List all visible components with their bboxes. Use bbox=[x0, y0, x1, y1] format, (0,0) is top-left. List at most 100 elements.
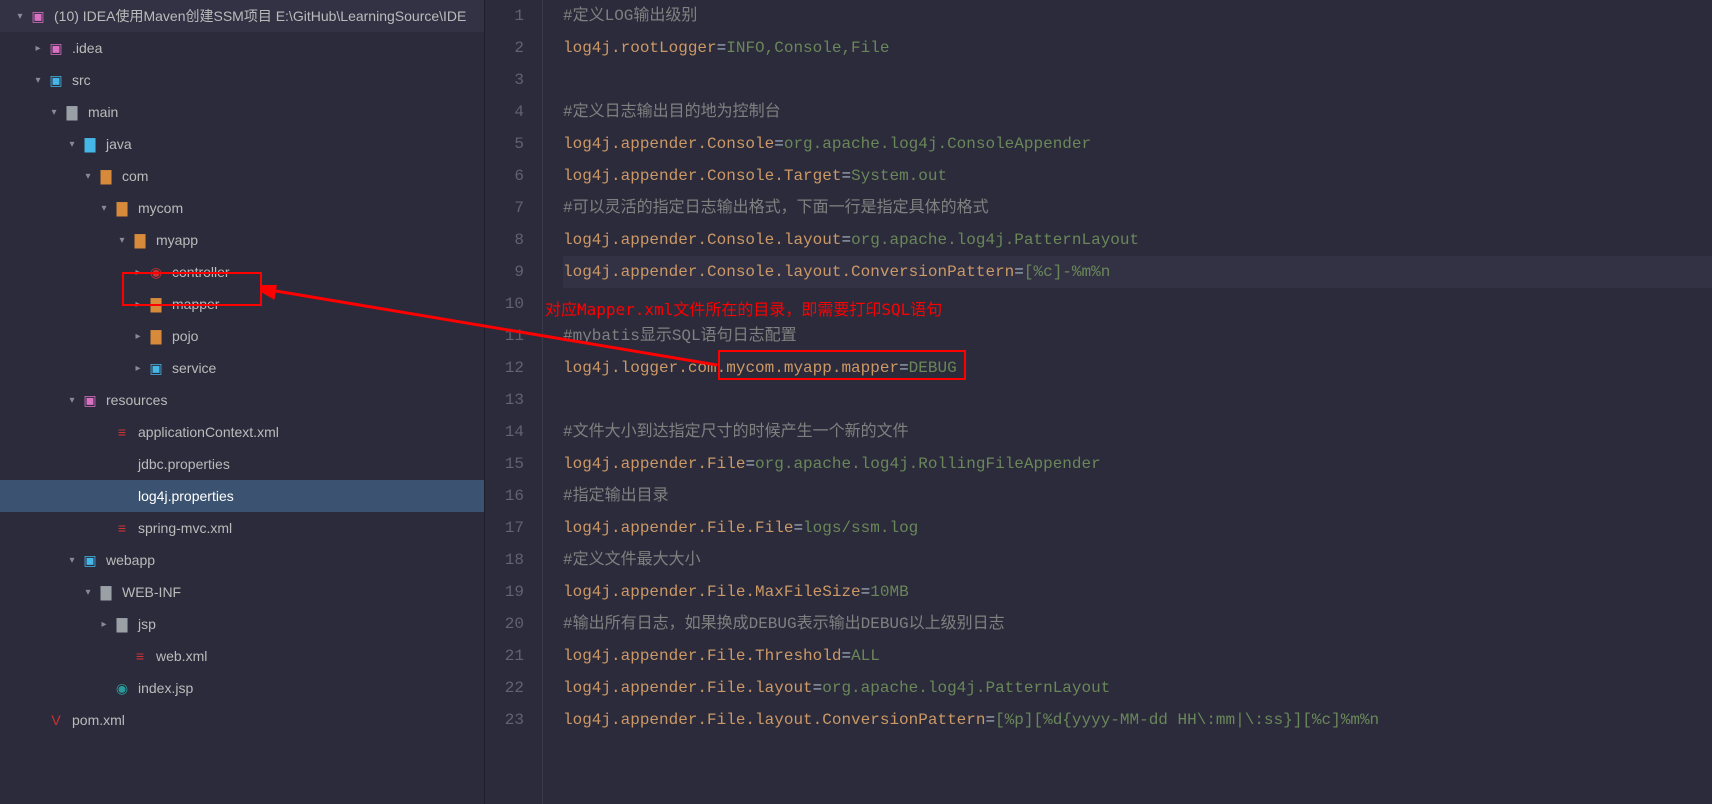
chevron-icon: ▾ bbox=[46, 107, 62, 118]
tree-item-jsp[interactable]: ▸▇ jsp bbox=[0, 608, 484, 640]
tree-label: jdbc.properties bbox=[138, 456, 230, 472]
code-line-17[interactable]: log4j.appender.File.File=logs/ssm.log bbox=[563, 512, 1712, 544]
tree-item-resources[interactable]: ▾▣resources bbox=[0, 384, 484, 416]
code-line-11[interactable]: #mybatis显示SQL语句日志配置 bbox=[563, 320, 1712, 352]
tree-item-mapper[interactable]: ▸▇mapper bbox=[0, 288, 484, 320]
tree-item-com[interactable]: ▾▇ com bbox=[0, 160, 484, 192]
chevron-icon: ▾ bbox=[96, 203, 112, 214]
tree-label: main bbox=[88, 104, 118, 120]
code-line-6[interactable]: log4j.appender.Console.Target=System.out bbox=[563, 160, 1712, 192]
code-line-1[interactable]: #定义LOG输出级别 bbox=[563, 0, 1712, 32]
folder-orange-icon: ▇ bbox=[96, 168, 116, 185]
xml-icon: ≡ bbox=[130, 648, 150, 664]
chevron-icon: ▾ bbox=[80, 587, 96, 598]
tree-root[interactable]: ▾ ▣ (10) IDEA使用Maven创建SSM项目 E:\GitHub\Le… bbox=[0, 0, 484, 32]
chevron-icon: ▾ bbox=[30, 75, 46, 86]
chevron-icon: ▾ bbox=[64, 555, 80, 566]
code-line-16[interactable]: #指定输出目录 bbox=[563, 480, 1712, 512]
tree-item-myapp[interactable]: ▾▇ myapp bbox=[0, 224, 484, 256]
controller-icon: ◉ bbox=[146, 264, 166, 281]
code-editor[interactable]: 1234567891011121314151617181920212223 #定… bbox=[485, 0, 1712, 804]
code-line-3[interactable] bbox=[563, 64, 1712, 96]
code-line-12[interactable]: log4j.logger.com.mycom.myapp.mapper=DEBU… bbox=[563, 352, 1712, 384]
chevron-icon: ▸ bbox=[130, 267, 146, 278]
tree-label: applicationContext.xml bbox=[138, 424, 279, 440]
tree-item-WEB-INF[interactable]: ▾▇ WEB-INF bbox=[0, 576, 484, 608]
xml-icon: ≡ bbox=[112, 424, 132, 440]
tree-label: controller bbox=[172, 264, 230, 280]
code-line-15[interactable]: log4j.appender.File=org.apache.log4j.Rol… bbox=[563, 448, 1712, 480]
tree-label: jsp bbox=[138, 616, 156, 632]
folder-icon: ▇ bbox=[96, 584, 116, 601]
xml-icon: ≡ bbox=[112, 520, 132, 536]
chevron-icon: ▸ bbox=[96, 619, 112, 630]
tree-label: pojo bbox=[172, 328, 198, 344]
chevron-icon: ▾ bbox=[64, 139, 80, 150]
editor-gutter: 1234567891011121314151617181920212223 bbox=[485, 0, 543, 804]
tree-item-jdbc-properties[interactable]: jdbc.properties bbox=[0, 448, 484, 480]
folder-orange-icon: ▇ bbox=[130, 232, 150, 249]
chevron-icon: ▸ bbox=[130, 299, 146, 310]
code-line-7[interactable]: #可以灵活的指定日志输出格式，下面一行是指定具体的格式 bbox=[563, 192, 1712, 224]
folder-icon: ▇ bbox=[112, 616, 132, 633]
tree-label: resources bbox=[106, 392, 167, 408]
code-line-14[interactable]: #文件大小到达指定尺寸的时候产生一个新的文件 bbox=[563, 416, 1712, 448]
code-line-2[interactable]: log4j.rootLogger=INFO,Console,File bbox=[563, 32, 1712, 64]
tree-item-webapp[interactable]: ▾▣ webapp bbox=[0, 544, 484, 576]
src-icon: ▣ bbox=[46, 72, 66, 89]
code-line-22[interactable]: log4j.appender.File.layout=org.apache.lo… bbox=[563, 672, 1712, 704]
maven-icon: V bbox=[46, 712, 66, 728]
chevron-icon: ▾ bbox=[80, 171, 96, 182]
code-line-21[interactable]: log4j.appender.File.Threshold=ALL bbox=[563, 640, 1712, 672]
code-line-18[interactable]: #定义文件最大大小 bbox=[563, 544, 1712, 576]
code-line-13[interactable] bbox=[563, 384, 1712, 416]
chevron-icon: ▾ bbox=[114, 235, 130, 246]
project-icon: ▣ bbox=[28, 8, 48, 25]
tree-item-web-xml[interactable]: ≡ web.xml bbox=[0, 640, 484, 672]
tree-label: com bbox=[122, 168, 148, 184]
code-line-19[interactable]: log4j.appender.File.MaxFileSize=10MB bbox=[563, 576, 1712, 608]
code-line-4[interactable]: #定义日志输出目的地为控制台 bbox=[563, 96, 1712, 128]
tree-label: webapp bbox=[106, 552, 155, 568]
tree-item-src[interactable]: ▾▣src bbox=[0, 64, 484, 96]
chevron-icon: ▸ bbox=[130, 331, 146, 342]
tree-label: web.xml bbox=[156, 648, 207, 664]
tree-item-pom-xml[interactable]: Vpom.xml bbox=[0, 704, 484, 736]
tree-item--idea[interactable]: ▸▣.idea bbox=[0, 32, 484, 64]
code-line-23[interactable]: log4j.appender.File.layout.ConversionPat… bbox=[563, 704, 1712, 736]
tree-label: WEB-INF bbox=[122, 584, 181, 600]
code-line-8[interactable]: log4j.appender.Console.layout=org.apache… bbox=[563, 224, 1712, 256]
tree-label: mycom bbox=[138, 200, 183, 216]
service-icon: ▣ bbox=[146, 360, 166, 377]
tree-item-log4j-properties[interactable]: log4j.properties bbox=[0, 480, 484, 512]
tree-label: service bbox=[172, 360, 216, 376]
tree-item-main[interactable]: ▾▇ main bbox=[0, 96, 484, 128]
tree-item-mycom[interactable]: ▾▇ mycom bbox=[0, 192, 484, 224]
tree-item-index-jsp[interactable]: ◉index.jsp bbox=[0, 672, 484, 704]
chevron-down-icon: ▾ bbox=[12, 11, 28, 22]
code-line-9[interactable]: log4j.appender.Console.layout.Conversion… bbox=[563, 256, 1712, 288]
chevron-icon: ▾ bbox=[64, 395, 80, 406]
webapp-icon: ▣ bbox=[80, 552, 100, 569]
tree-label: java bbox=[106, 136, 132, 152]
code-line-20[interactable]: #输出所有日志，如果换成DEBUG表示输出DEBUG以上级别日志 bbox=[563, 608, 1712, 640]
tree-item-pojo[interactable]: ▸▇ pojo bbox=[0, 320, 484, 352]
tree-label: pom.xml bbox=[72, 712, 125, 728]
chevron-icon: ▸ bbox=[30, 43, 46, 54]
tree-label: myapp bbox=[156, 232, 198, 248]
folder-orange-icon: ▇ bbox=[112, 200, 132, 217]
tree-item-spring-mvc-xml[interactable]: ≡ spring-mvc.xml bbox=[0, 512, 484, 544]
editor-code[interactable]: #定义LOG输出级别log4j.rootLogger=INFO,Console,… bbox=[543, 0, 1712, 804]
folder-orange-icon: ▇ bbox=[146, 328, 166, 345]
code-line-5[interactable]: log4j.appender.Console=org.apache.log4j.… bbox=[563, 128, 1712, 160]
folder-icon: ▇ bbox=[62, 104, 82, 121]
tree-item-service[interactable]: ▸▣service bbox=[0, 352, 484, 384]
tree-label: index.jsp bbox=[138, 680, 193, 696]
idea-icon: ▣ bbox=[46, 40, 66, 57]
folder-blue-icon: ▇ bbox=[80, 136, 100, 153]
tree-item-applicationContext-xml[interactable]: ≡ applicationContext.xml bbox=[0, 416, 484, 448]
tree-item-java[interactable]: ▾▇ java bbox=[0, 128, 484, 160]
tree-label: spring-mvc.xml bbox=[138, 520, 232, 536]
project-tree[interactable]: ▾ ▣ (10) IDEA使用Maven创建SSM项目 E:\GitHub\Le… bbox=[0, 0, 485, 804]
tree-item-controller[interactable]: ▸◉ controller bbox=[0, 256, 484, 288]
